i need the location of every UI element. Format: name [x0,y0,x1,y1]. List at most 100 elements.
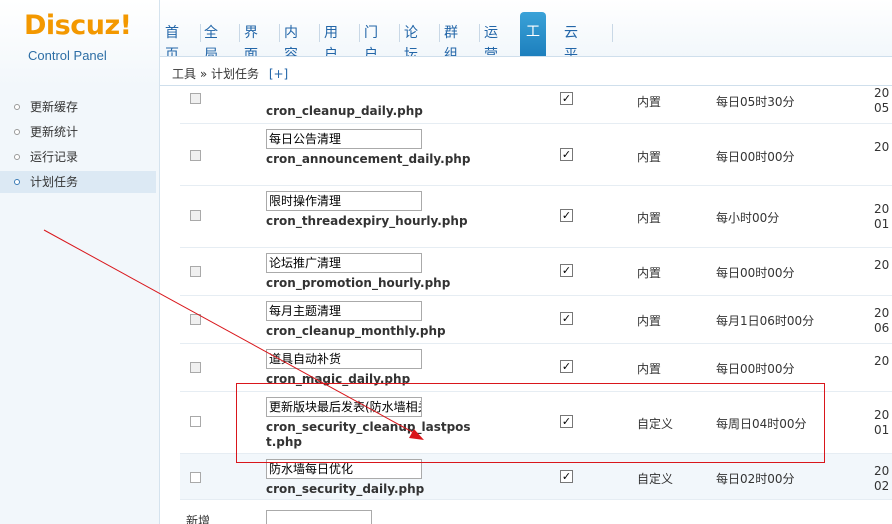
cron-time: 每日02时00分 [716,472,795,486]
cron-time: 每日00时00分 [716,150,795,164]
table-row: 限时操作清理 cron_threadexpiry_hourly.php ✓ 内置… [180,186,892,248]
sidebar-item-run-log[interactable]: 运行记录 [0,146,156,168]
nav-separator [319,24,320,42]
cron-filename: cron_announcement_daily.php [266,152,471,166]
next-run: 20 02 [874,464,890,493]
sidebar-item-scheduled-tasks[interactable]: 计划任务 [0,171,156,193]
available-checkbox[interactable]: ✓ [560,92,573,105]
delete-checkbox[interactable] [190,210,201,221]
add-shortcut-link[interactable]: [+] [269,67,288,81]
cron-type: 内置 [637,362,662,376]
nav-portal[interactable]: 门户 [364,22,378,63]
breadcrumb: 工具 » 计划任务 [+] [172,65,288,82]
cron-type: 内置 [637,211,662,225]
nav-content[interactable]: 内容 [284,22,298,63]
nav-separator [439,24,440,42]
table-row: 论坛推广清理 cron_promotion_hourly.php ✓ 内置 每日… [180,248,892,296]
cron-filename: cron_cleanup_daily.php [266,104,423,118]
cron-name-input[interactable]: 道具自动补货 [266,349,422,369]
sidebar-item-update-cache[interactable]: 更新缓存 [0,96,156,118]
next-run: 20 [874,140,890,154]
available-checkbox[interactable]: ✓ [560,148,573,161]
bullet-icon [14,129,20,135]
check-icon: ✓ [561,312,572,325]
cron-name-input[interactable]: 限时操作清理 [266,191,422,211]
table-row: 每月主题清理 cron_cleanup_monthly.php ✓ 内置 每月1… [180,296,892,344]
cron-type: 自定义 [637,472,674,486]
available-checkbox[interactable]: ✓ [560,360,573,373]
nav-separator [200,24,201,42]
cron-time: 每日05时30分 [716,95,795,109]
check-icon: ✓ [561,92,572,105]
nav-groups[interactable]: 群组 [444,22,458,63]
nav-separator [399,24,400,42]
logo[interactable]: Discuz! Control Panel [0,0,160,86]
nav-tools[interactable]: 工具 [520,12,546,80]
breadcrumb-path: 工具 » 计划任务 [172,67,259,81]
nav-separator [239,24,240,42]
bullet-icon [14,154,20,160]
available-checkbox[interactable]: ✓ [560,312,573,325]
sidebar-item-label: 更新统计 [30,125,79,139]
cron-type: 内置 [637,150,662,164]
nav-operations[interactable]: 运营 [484,22,498,63]
table-row: 每日公告清理 cron_announcement_daily.php ✓ 内置 … [180,124,892,186]
nav-forum[interactable]: 论坛 [404,22,418,63]
delete-checkbox[interactable] [190,314,201,325]
cron-time: 每月1日06时00分 [716,314,815,328]
cron-filename: cron_cleanup_monthly.php [266,324,446,338]
delete-checkbox[interactable] [190,150,201,161]
delete-checkbox[interactable] [190,362,201,373]
cron-type: 内置 [637,95,662,109]
cron-type: 内置 [637,266,662,280]
delete-checkbox[interactable] [190,266,201,277]
cron-time: 每日00时00分 [716,362,795,376]
new-task-label: 新增 [186,514,211,524]
available-checkbox[interactable]: ✓ [560,264,573,277]
cron-filename: cron_threadexpiry_hourly.php [266,214,468,228]
bullet-icon [14,104,20,110]
check-icon: ✓ [561,360,572,373]
delete-checkbox[interactable] [190,93,201,104]
cron-name-input[interactable]: 论坛推广清理 [266,253,422,273]
cron-filename: cron_security_daily.php [266,482,425,496]
cron-type: 内置 [637,314,662,328]
annotation-box [236,383,825,463]
nav-home[interactable]: 首页 [165,22,179,63]
nav-separator [612,24,613,42]
nav-users[interactable]: 用户 [324,22,338,63]
check-icon: ✓ [561,148,572,161]
next-run: 20 01 [874,408,890,437]
next-run: 20 05 [874,87,890,115]
check-icon: ✓ [561,209,572,222]
check-icon: ✓ [561,264,572,277]
logo-subtitle: Control Panel [28,48,107,63]
sidebar-item-label: 计划任务 [30,175,79,189]
check-icon: ✓ [561,470,572,483]
breadcrumb-bar: 工具 » 计划任务 [+] [160,56,892,86]
cron-time: 每日00时00分 [716,266,795,280]
nav-global[interactable]: 全局 [204,22,218,63]
nav-cloud[interactable]: 云平台 [564,22,578,85]
new-task-input[interactable] [266,510,372,524]
delete-checkbox[interactable] [190,472,201,483]
sidebar: 更新缓存 更新统计 运行记录 计划任务 [0,86,160,524]
next-run: 20 [874,354,890,368]
next-run: 20 01 [874,202,890,231]
logo-text: Discuz! [24,10,132,41]
available-checkbox[interactable]: ✓ [560,209,573,222]
nav-interface[interactable]: 界面 [244,22,258,63]
table-row: cron_cleanup_daily.php ✓ 内置 每日05时30分 20 … [180,87,892,124]
nav-separator [279,24,280,42]
next-run: 20 [874,258,890,272]
cron-filename: cron_promotion_hourly.php [266,276,451,290]
sidebar-item-update-stats[interactable]: 更新统计 [0,121,156,143]
cron-name-input[interactable]: 每月主题清理 [266,301,422,321]
cron-time: 每小时00分 [716,211,780,225]
sidebar-item-label: 运行记录 [30,150,79,164]
sidebar-item-label: 更新缓存 [30,100,79,114]
cron-name-input[interactable]: 每日公告清理 [266,129,422,149]
available-checkbox[interactable]: ✓ [560,470,573,483]
next-run: 20 06 [874,306,890,335]
delete-checkbox[interactable] [190,416,201,427]
